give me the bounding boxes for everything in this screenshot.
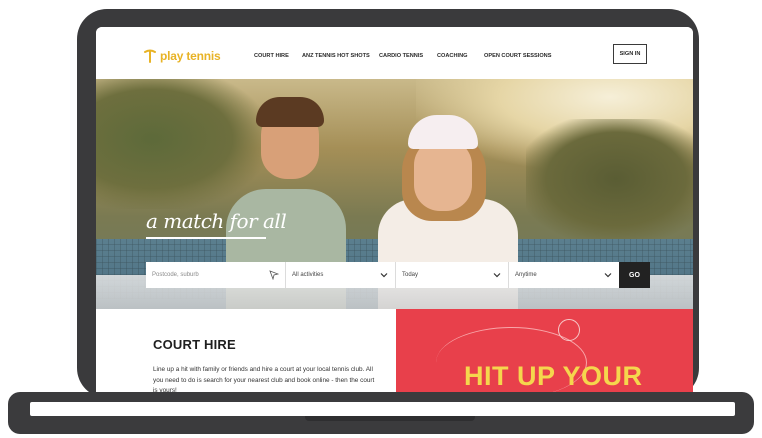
date-value: Today: [402, 272, 419, 278]
chevron-down-icon: [604, 273, 612, 278]
date-select[interactable]: Today: [396, 262, 509, 288]
activity-select[interactable]: All activities: [286, 262, 396, 288]
promo-panel[interactable]: HIT UP YOUR: [396, 309, 693, 393]
sign-in-button[interactable]: SIGN IN: [613, 44, 647, 64]
location-placeholder: Postcode, suburb: [152, 272, 199, 278]
location-input[interactable]: Postcode, suburb: [146, 262, 286, 288]
nav-court-hire[interactable]: COURT HIRE: [254, 53, 289, 59]
court-hire-title: COURT HIRE: [153, 337, 236, 352]
go-button[interactable]: GO: [619, 262, 650, 288]
nav-coaching[interactable]: COACHING: [437, 53, 467, 59]
time-select[interactable]: Anytime: [509, 262, 619, 288]
hero-tagline: a match for all: [146, 209, 287, 233]
court-hire-description: Line up a hit with family or friends and…: [153, 366, 375, 393]
court-search-bar: Postcode, suburb All activities Today An…: [146, 262, 650, 288]
laptop-notch: [305, 416, 475, 421]
tennis-ball-icon: [558, 319, 580, 341]
chevron-down-icon: [493, 273, 501, 278]
chevron-down-icon: [380, 273, 388, 278]
promo-title: HIT UP YOUR: [464, 361, 643, 391]
location-arrow-icon: [269, 270, 279, 280]
activity-value: All activities: [292, 272, 324, 278]
nav-cardio-tennis[interactable]: CARDIO TENNIS: [379, 53, 423, 59]
nav-anz-tennis-hot-shots[interactable]: ANZ TENNIS HOT SHOTS: [302, 53, 370, 59]
top-nav: play tennis COURT HIRE ANZ TENNIS HOT SH…: [96, 27, 693, 79]
time-value: Anytime: [515, 272, 537, 278]
logo-text: play tennis: [160, 49, 221, 63]
brand-logo[interactable]: play tennis: [142, 48, 221, 64]
nav-open-court-sessions[interactable]: OPEN COURT SESSIONS: [484, 53, 551, 59]
laptop-screen: play tennis COURT HIRE ANZ TENNIS HOT SH…: [96, 27, 693, 393]
tennis-racket-logo-icon: [144, 49, 156, 63]
